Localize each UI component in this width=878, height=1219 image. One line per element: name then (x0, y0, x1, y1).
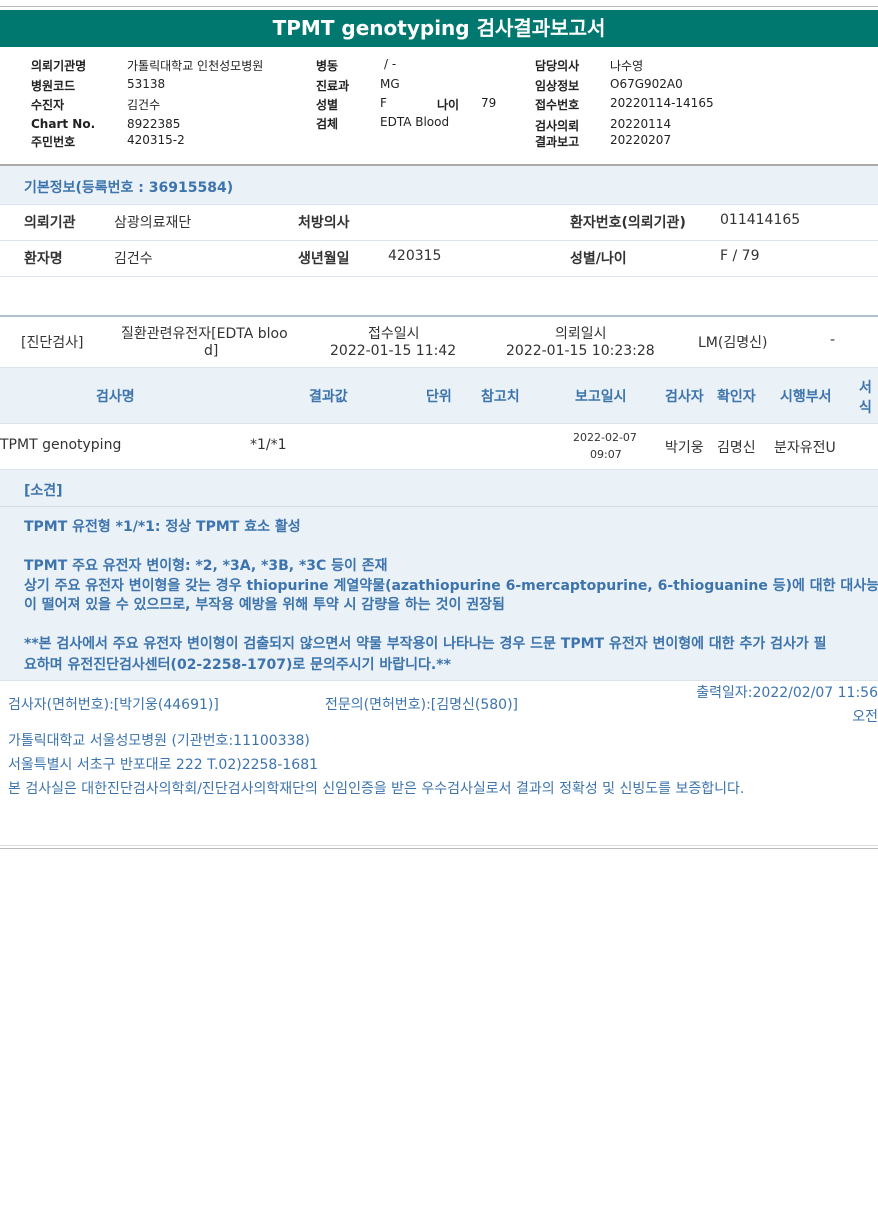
hospital-name: 가톨릭대학교 서울성모병원 (기관번호:11100338) (8, 733, 310, 749)
header-value: 20220114 (610, 117, 672, 131)
field-label: 환자명 (24, 251, 63, 267)
field-value: 011414165 (720, 212, 801, 228)
header-value: 53138 (127, 77, 166, 91)
col-header-result: 결과값 (309, 389, 348, 405)
cell-tester: 박기웅 (665, 440, 704, 456)
diag-name-line2: d] (204, 343, 219, 359)
cell-result: *1/*1 (250, 437, 287, 453)
col-header-form: 서 (859, 380, 872, 396)
field-label: 처방의사 (298, 215, 350, 231)
field-value: 삼광의료재단 (114, 215, 192, 231)
col-header-test-name: 검사명 (96, 389, 135, 405)
opinion-line: 요하며 유전진단검사센터(02-2258-1707)로 문의주시기 바랍니다.*… (24, 657, 451, 673)
header-value: F (380, 96, 387, 110)
header-label: 임상정보 (535, 79, 580, 93)
receipt-label: 접수일시 (368, 326, 420, 342)
print-ampm: 오전 (852, 709, 878, 725)
header-label: 의뢰기관명 (31, 59, 87, 73)
header-label: Chart No. (31, 117, 96, 131)
report-title: TPMT genotyping 검사결과보고서 (0, 10, 878, 47)
divider (0, 276, 878, 277)
cell-confirmer: 김명신 (717, 440, 756, 456)
header-value: 20220114-14165 (610, 96, 714, 110)
top-border (0, 6, 878, 7)
header-value: EDTA Blood (380, 115, 450, 129)
header-value: 가톨릭대학교 인천성모병원 (127, 59, 264, 73)
header-label: 성별 (316, 98, 339, 112)
header-label: 담당의사 (535, 59, 580, 73)
header-value: 8922385 (127, 117, 181, 131)
header-label: 결과보고 (535, 135, 580, 149)
hospital-address: 서울특별시 서초구 반포대로 222 T.02)2258-1681 (8, 757, 319, 773)
request-label: 의뢰일시 (555, 326, 607, 342)
col-header-reference: 참고치 (481, 389, 520, 405)
field-value: F / 79 (720, 248, 760, 264)
opinion-line: **본 검사에서 주요 유전자 변이형이 검출되지 않으면서 약물 부작용이 나… (24, 636, 827, 652)
col-header-report-date: 보고일시 (575, 389, 627, 405)
bottom-border (0, 848, 878, 849)
certification-statement: 본 검사실은 대한진단검사의학회/진단검사의학재단의 신임인증을 받은 우수검사… (8, 781, 745, 797)
header-label: 수진자 (31, 98, 65, 112)
bottom-border (0, 845, 878, 846)
divider (0, 367, 878, 368)
col-header-confirmer: 확인자 (717, 389, 756, 405)
basic-info-heading: 기본정보(등록번호 : 36915584) (24, 180, 234, 196)
divider (0, 423, 878, 424)
col-header-tester: 검사자 (665, 389, 704, 405)
divider (0, 240, 878, 241)
specialist-license: 전문의(면허번호):[김명신(580)] (325, 697, 519, 713)
divider (0, 315, 878, 317)
cell-test-name: TPMT genotyping (0, 437, 122, 453)
age-label: 나이 (437, 98, 460, 112)
header-value: 나수영 (610, 59, 644, 73)
diag-person: LM(김명신) (698, 335, 768, 351)
header-label: 병동 (316, 59, 339, 73)
header-label: 병원코드 (31, 79, 76, 93)
age-value: 79 (481, 96, 497, 110)
opinion-line: TPMT 주요 유전자 변이형: *2, *3A, *3B, *3C 등이 존재 (24, 558, 388, 574)
divider (0, 680, 878, 681)
field-label: 환자번호(의뢰기관) (570, 215, 686, 231)
divider (0, 506, 878, 507)
cell-department: 분자유전U (774, 440, 836, 456)
header-label: 주민번호 (31, 135, 76, 149)
field-label: 의뢰기관 (24, 215, 76, 231)
tester-license: 검사자(면허번호):[박기웅(44691)] (8, 697, 219, 713)
field-value: 김건수 (114, 251, 153, 267)
header-value: O67G902A0 (610, 77, 683, 91)
receipt-datetime: 2022-01-15 11:42 (330, 343, 457, 359)
header-label: 진료과 (316, 79, 350, 93)
opinion-line: 이 떨어져 있을 수 있으므로, 부작용 예방을 위해 투약 시 감량을 하는 … (24, 597, 505, 613)
header-value: 김건수 (127, 98, 161, 112)
header-label: 접수번호 (535, 98, 580, 112)
header-value: MG (380, 77, 400, 91)
cell-report-date: 2022-02-07 (573, 431, 637, 444)
field-value: 420315 (388, 248, 442, 264)
diag-type: [진단검사] (21, 335, 84, 351)
header-value: / - (384, 57, 397, 71)
request-datetime: 2022-01-15 10:23:28 (506, 343, 655, 359)
header-label: 검사의뢰 (535, 119, 580, 133)
opinion-line: 상기 주요 유전자 변이형을 갖는 경우 thiopurine 계열약물(aza… (24, 578, 878, 594)
col-header-department: 시행부서 (780, 389, 832, 405)
field-label: 생년월일 (298, 251, 350, 267)
header-label: 검체 (316, 117, 339, 131)
diag-name-line1: 질환관련유전자[EDTA bloo (121, 326, 288, 342)
cell-report-time: 09:07 (590, 448, 622, 461)
header-value: 20220207 (610, 133, 672, 147)
col-header-form: 식 (859, 400, 872, 416)
opinion-line: TPMT 유전형 *1/*1: 정상 TPMT 효소 활성 (24, 519, 301, 535)
print-date: 출력일자:2022/02/07 11:56 (696, 685, 878, 701)
divider (0, 204, 878, 205)
diag-dash: - (830, 332, 836, 348)
header-value: 420315-2 (127, 133, 185, 147)
field-label: 성별/나이 (570, 251, 627, 267)
opinion-heading: [소견] (24, 483, 63, 499)
col-header-unit: 단위 (426, 389, 452, 405)
